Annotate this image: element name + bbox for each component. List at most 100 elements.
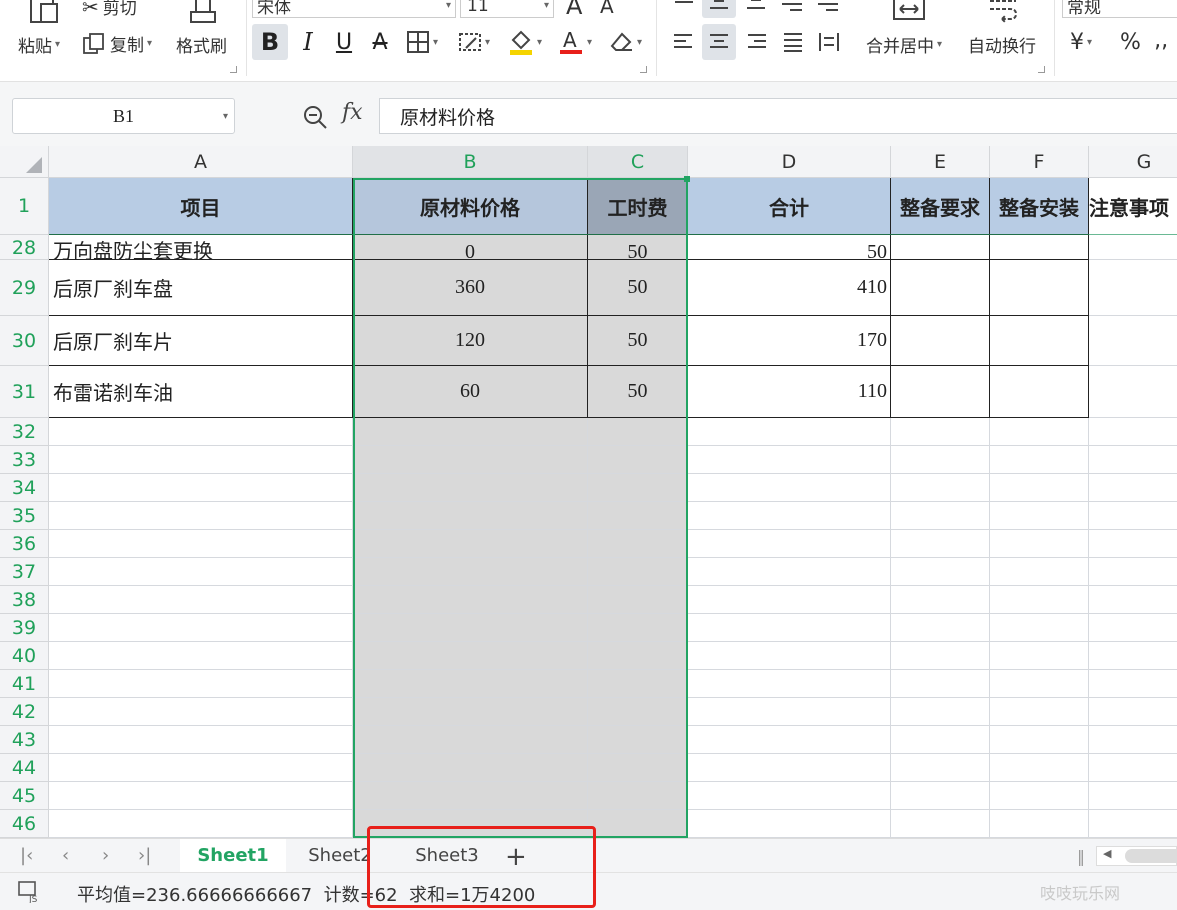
cell-style-button[interactable]: ▾ [452,26,496,58]
table-cell[interactable] [891,642,990,670]
sheet-tab-3[interactable]: Sheet3 [394,839,500,872]
table-cell[interactable]: 50 [588,316,688,366]
table-cell[interactable] [990,530,1089,558]
table-cell[interactable] [688,754,891,782]
table-cell[interactable] [891,782,990,810]
row-header[interactable]: 28 [0,235,49,260]
table-cell[interactable] [1089,698,1177,726]
table-cell[interactable] [688,474,891,502]
table-cell[interactable] [1089,260,1177,316]
table-cell[interactable] [688,642,891,670]
table-cell[interactable] [891,260,990,316]
header-cell[interactable]: 整备安装 [990,178,1089,235]
justify-button[interactable] [778,26,808,58]
column-header-d[interactable]: D [688,146,891,178]
table-cell[interactable] [1089,614,1177,642]
row-header[interactable]: 40 [0,642,49,670]
wrap-text-button[interactable]: 自动换行 [968,32,1036,57]
table-cell[interactable] [588,530,688,558]
table-cell[interactable] [891,670,990,698]
row-header[interactable]: 43 [0,726,49,754]
table-cell[interactable] [588,446,688,474]
table-cell[interactable] [688,418,891,446]
row-header[interactable]: 34 [0,474,49,502]
table-cell[interactable] [1089,316,1177,366]
table-cell[interactable]: 170 [688,316,891,366]
table-cell[interactable] [1089,530,1177,558]
table-cell[interactable] [353,446,588,474]
table-cell[interactable] [588,558,688,586]
percent-button[interactable]: % [1120,30,1141,55]
table-cell[interactable] [688,446,891,474]
table-cell[interactable] [990,614,1089,642]
horizontal-scrollbar[interactable]: ◀ [1096,846,1177,866]
align-right-button[interactable] [742,26,772,58]
header-cell[interactable]: 项目 [49,178,353,235]
copy-button[interactable]: 复制 ▾ [82,31,152,56]
format-painter-button[interactable]: 格式刷 [176,32,227,57]
table-cell[interactable] [990,316,1089,366]
currency-button[interactable]: ¥ ▾ [1070,30,1092,55]
row-header[interactable]: 29 [0,260,49,316]
table-cell[interactable]: 50 [688,235,891,260]
table-cell[interactable] [891,810,990,838]
align-bottom-icon[interactable] [742,0,770,16]
table-cell[interactable] [688,530,891,558]
name-box[interactable]: B1 ▾ [12,98,235,134]
increase-indent-icon[interactable] [814,0,842,16]
header-cell[interactable]: 工时费 [588,178,688,235]
clipboard-group-launcher[interactable] [230,66,237,73]
table-cell[interactable] [891,502,990,530]
table-cell[interactable] [588,474,688,502]
table-cell[interactable] [688,558,891,586]
column-header-a[interactable]: A [49,146,353,178]
table-cell[interactable]: 110 [688,366,891,418]
table-cell[interactable] [990,474,1089,502]
zoom-icon[interactable] [302,104,328,134]
table-cell[interactable] [891,530,990,558]
table-cell[interactable] [1089,586,1177,614]
table-cell[interactable] [891,614,990,642]
row-header[interactable]: 39 [0,614,49,642]
table-cell[interactable] [990,446,1089,474]
table-cell[interactable] [688,614,891,642]
add-sheet-button[interactable]: + [505,842,527,872]
table-cell[interactable] [1089,670,1177,698]
table-cell[interactable] [353,418,588,446]
table-cell[interactable] [1089,642,1177,670]
table-cell[interactable] [891,474,990,502]
fill-handle[interactable] [684,176,690,182]
table-cell[interactable] [1089,754,1177,782]
column-header-f[interactable]: F [990,146,1089,178]
table-cell[interactable] [588,614,688,642]
table-cell[interactable] [990,642,1089,670]
sheet-tab-1[interactable]: Sheet1 [180,839,286,872]
table-cell[interactable] [588,642,688,670]
table-cell[interactable] [891,698,990,726]
table-cell[interactable] [49,810,353,838]
table-cell[interactable] [49,698,353,726]
paste-button[interactable]: 粘贴 ▾ [18,32,60,57]
align-middle-icon[interactable] [702,0,736,18]
row-header[interactable]: 32 [0,418,49,446]
table-cell[interactable] [49,418,353,446]
table-cell[interactable] [891,316,990,366]
select-all-corner[interactable] [0,146,49,178]
table-cell[interactable] [1089,418,1177,446]
align-left-button[interactable] [668,26,698,58]
row-header[interactable]: 45 [0,782,49,810]
row-header[interactable]: 33 [0,446,49,474]
decrease-indent-icon[interactable] [778,0,806,16]
font-color-button[interactable]: A ▾ [554,26,596,58]
first-sheet-icon[interactable]: |‹ [20,845,33,866]
table-cell[interactable] [688,810,891,838]
table-cell[interactable] [49,670,353,698]
merge-center-button[interactable]: 合并居中 ▾ [866,32,942,57]
table-cell[interactable] [49,754,353,782]
table-cell[interactable] [688,502,891,530]
table-cell[interactable] [353,642,588,670]
row-header[interactable]: 35 [0,502,49,530]
table-cell[interactable]: 50 [588,235,688,260]
column-header-e[interactable]: E [891,146,990,178]
table-cell[interactable] [353,670,588,698]
